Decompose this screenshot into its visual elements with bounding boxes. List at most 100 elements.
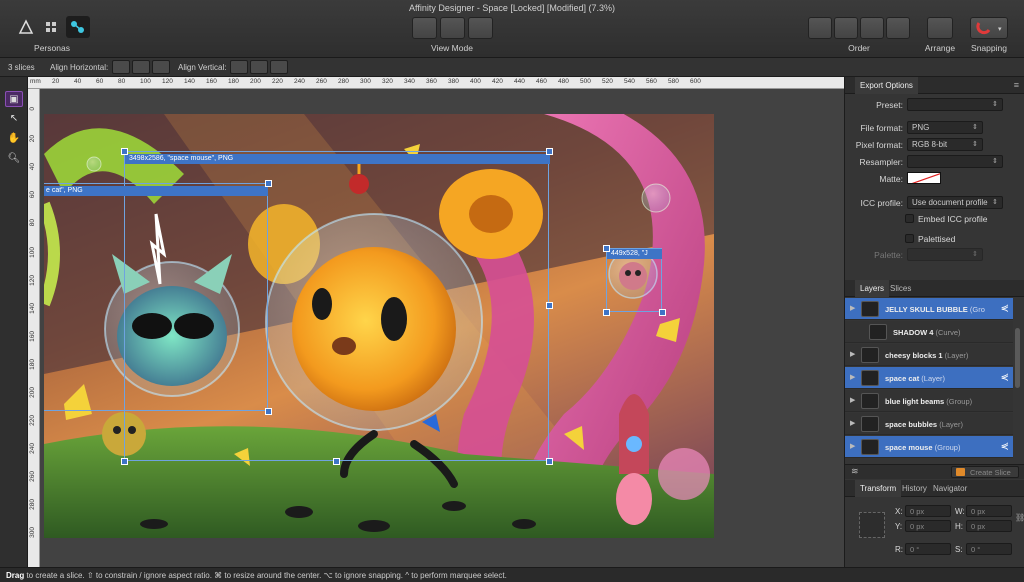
layer-row-jelly-skull-bubble[interactable]: ▶ JELLY SKULL BUBBLE (Gro ⋞ <box>845 298 1013 320</box>
chevron-updown-icon: ⇕ <box>972 124 978 131</box>
order-back-button[interactable] <box>808 17 832 39</box>
view-mode-retina-button[interactable] <box>440 17 465 39</box>
ruler-tick-label: 180 <box>228 78 239 85</box>
panel-menu-icon[interactable]: ≡ <box>1014 80 1019 90</box>
layers-scrollbar[interactable] <box>1015 328 1020 388</box>
slice-handle[interactable] <box>546 148 553 155</box>
horizontal-ruler: mm 20 40 60 80 100 120 140 160 180 200 220 240 260 28… <box>28 77 844 89</box>
preset-dropdown[interactable]: ⇕ <box>907 98 1003 111</box>
align-center-button[interactable] <box>132 60 150 74</box>
slice-handle[interactable] <box>603 309 610 316</box>
expand-arrow-icon[interactable]: ▶ <box>850 396 855 404</box>
resampler-dropdown[interactable]: ⇕ <box>907 155 1003 168</box>
align-left-button[interactable] <box>112 60 130 74</box>
layer-row-space-cat[interactable]: ▶ space cat (Layer) ⋞ <box>845 367 1013 389</box>
slice-handle[interactable] <box>603 245 610 252</box>
slice-handle[interactable] <box>265 180 272 187</box>
shear-field[interactable]: 0 ° <box>966 543 1012 555</box>
slice-handle[interactable] <box>333 458 340 465</box>
zoom-tool-icon[interactable]: 🔍︎ <box>5 151 23 167</box>
y-field[interactable]: 0 px <box>905 520 951 532</box>
icc-profile-dropdown[interactable]: Use document profile ⇕ <box>907 196 1003 209</box>
anchor-selector[interactable] <box>859 512 885 538</box>
svg-text:▾: ▾ <box>998 26 1002 33</box>
order-backward-button[interactable] <box>834 17 858 39</box>
tab-history[interactable]: History <box>897 480 932 497</box>
designer-persona-icon <box>18 19 34 34</box>
matte-color-swatch[interactable] <box>907 172 941 184</box>
select-tool-icon[interactable]: ↖ <box>5 111 23 127</box>
align-middle-button[interactable] <box>250 60 268 74</box>
slice-handle[interactable] <box>546 302 553 309</box>
tab-slices[interactable]: Slices <box>885 280 916 297</box>
layer-name: space cat <box>885 374 920 383</box>
layer-row-space-mouse[interactable]: ▶ space mouse (Group) ⋞ <box>845 436 1013 458</box>
expand-arrow-icon[interactable]: ▶ <box>850 373 855 381</box>
slice-handle[interactable] <box>121 458 128 465</box>
ruler-tick-label: 280 <box>29 499 36 510</box>
ruler-tick-label: 540 <box>624 78 635 85</box>
expand-arrow-icon[interactable]: ▶ <box>850 419 855 427</box>
view-mode-outline-button[interactable] <box>468 17 493 39</box>
tab-navigator[interactable]: Navigator <box>928 480 972 497</box>
layer-name: JELLY SKULL BUBBLE <box>885 305 968 314</box>
expand-arrow-icon[interactable]: ▶ <box>850 304 855 312</box>
rotation-field[interactable]: 0 ° <box>905 543 951 555</box>
palettised-checkbox[interactable] <box>905 234 914 243</box>
layer-row-shadow-4[interactable]: SHADOW 4 (Curve) <box>845 321 1013 343</box>
expand-arrow-icon[interactable]: ▶ <box>850 442 855 450</box>
order-front-button[interactable] <box>886 17 910 39</box>
export-persona-button[interactable] <box>66 16 90 38</box>
pixel-persona-icon <box>46 22 56 32</box>
layer-thumbnail <box>861 370 879 386</box>
icc-profile-label: ICC profile: <box>860 198 903 208</box>
canvas-area[interactable]: 3498x2586, "space mouse", PNG e cat", PN… <box>40 89 844 567</box>
w-field[interactable]: 0 px <box>966 505 1012 517</box>
slice-space-cat[interactable] <box>44 183 268 411</box>
pixel-persona-button[interactable] <box>40 16 64 38</box>
align-bottom-button[interactable] <box>270 60 288 74</box>
layer-row-space-bubbles[interactable]: ▶ space bubbles (Layer) <box>845 413 1013 435</box>
layer-thumbnail <box>869 324 887 340</box>
designer-persona-button[interactable] <box>14 16 38 38</box>
create-slice-button[interactable]: Create Slice <box>951 466 1019 478</box>
ruler-tick-label: 480 <box>558 78 569 85</box>
align-top-button[interactable] <box>230 60 248 74</box>
ruler-tick-label: 320 <box>382 78 393 85</box>
resampler-label: Resampler: <box>859 157 903 167</box>
artboard[interactable]: 3498x2586, "space mouse", PNG e cat", PN… <box>44 114 714 538</box>
tab-transform[interactable]: Transform <box>855 480 902 497</box>
export-share-icon[interactable]: ⋞ <box>1001 303 1009 314</box>
pixel-format-dropdown[interactable]: RGB 8-bit ⇕ <box>907 138 983 151</box>
slice-handle[interactable] <box>546 458 553 465</box>
ruler-tick-label: 220 <box>272 78 283 85</box>
export-share-icon[interactable]: ⋞ <box>1001 441 1009 452</box>
slice-tool-icon[interactable]: ▣ <box>5 91 23 107</box>
tab-layers[interactable]: Layers <box>855 280 890 297</box>
tab-export-options[interactable]: Export Options <box>855 77 918 94</box>
layer-name: cheesy blocks 1 <box>885 351 943 360</box>
layer-row-cheesy-blocks[interactable]: ▶ cheesy blocks 1 (Layer) <box>845 344 1013 366</box>
chevron-updown-icon: ⇕ <box>972 251 978 258</box>
link-icon[interactable]: ⛓ <box>1015 513 1024 522</box>
layers-stack-icon[interactable]: ≋ <box>851 466 859 477</box>
palette-dropdown[interactable]: ⇕ <box>907 248 983 261</box>
h-field[interactable]: 0 px <box>966 520 1012 532</box>
ruler-tick-label: 260 <box>316 78 327 85</box>
layer-row-blue-light-beams[interactable]: ▶ blue light beams (Group) <box>845 390 1013 412</box>
slice-handle[interactable] <box>659 309 666 316</box>
arrange-button[interactable] <box>927 17 953 39</box>
export-share-icon[interactable]: ⋞ <box>1001 372 1009 383</box>
embed-icc-checkbox[interactable] <box>905 214 914 223</box>
order-forward-button[interactable] <box>860 17 884 39</box>
slice-handle[interactable] <box>121 148 128 155</box>
align-right-button[interactable] <box>152 60 170 74</box>
ruler-tick-label: 340 <box>404 78 415 85</box>
x-field[interactable]: 0 px <box>905 505 951 517</box>
expand-arrow-icon[interactable]: ▶ <box>850 350 855 358</box>
slice-handle[interactable] <box>265 408 272 415</box>
file-format-dropdown[interactable]: PNG ⇕ <box>907 121 983 134</box>
snapping-button[interactable]: ▾ <box>970 17 1008 39</box>
view-mode-pixel-button[interactable] <box>412 17 437 39</box>
hand-tool-icon[interactable]: ✋ <box>5 131 23 147</box>
